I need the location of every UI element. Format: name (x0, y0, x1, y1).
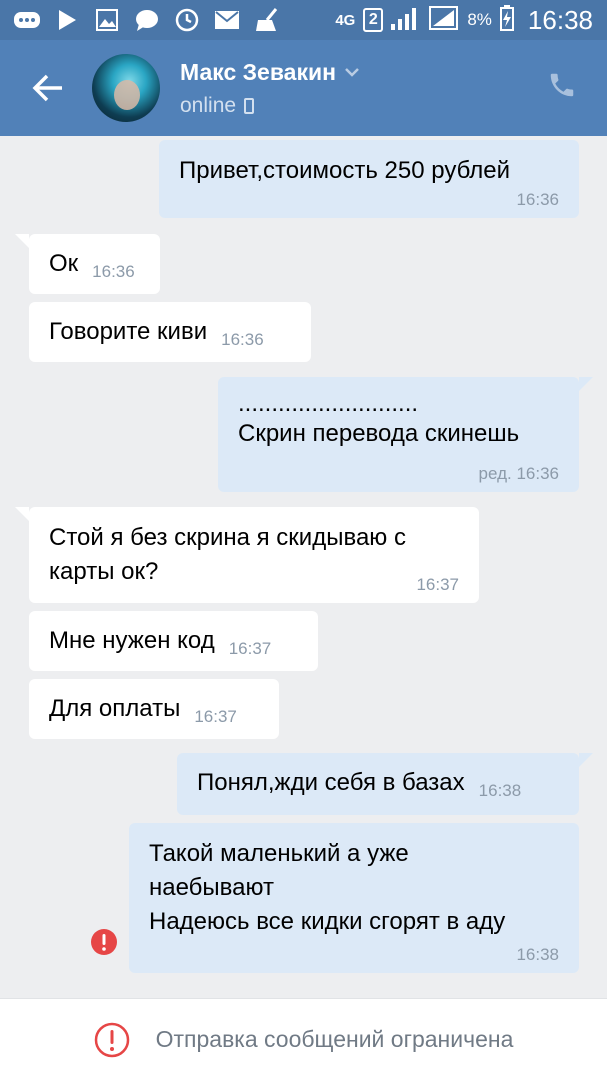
battery-percent: 8% (467, 10, 492, 29)
status-bar: 4G 2 8% 16:38 (0, 0, 607, 40)
signal-icon (391, 6, 421, 35)
clock-time: 16:38 (527, 4, 593, 35)
message-bubble-outgoing[interactable]: Привет,стоимость 250 рублей 16:36 (159, 140, 579, 218)
message-time: 16:37 (416, 575, 459, 594)
play-icon (54, 9, 80, 31)
status-indicators: 4G 2 8% 16:38 (335, 4, 593, 36)
message-text-line2: карты ок? (49, 558, 159, 585)
message-text: Понял,жди себя в базах (197, 769, 465, 796)
chat-icon (134, 9, 160, 31)
message-text-line1: ........................... (238, 390, 419, 417)
message-text-line2: Скрин перевода скинешь (238, 420, 520, 447)
message-text-line1: Стой я без скрина я скидываю с (49, 524, 406, 551)
contact-info[interactable]: Макс Зевакин online (180, 59, 360, 118)
clock-icon (174, 8, 200, 32)
message-time: ред. 16:36 (478, 464, 559, 483)
message-text: Мне нужен код (49, 627, 215, 654)
message-bubble-outgoing[interactable]: ........................... Скрин перево… (218, 377, 593, 492)
message-time: 16:38 (516, 945, 559, 964)
contact-status: online (180, 93, 237, 117)
message-text: Ок (49, 250, 79, 277)
message-bubble-incoming[interactable]: Мне нужен код 16:37 (29, 611, 318, 671)
battery-icon (499, 4, 514, 36)
message-bubble-incoming[interactable]: Стой я без скрина я скидываю с карты ок?… (15, 507, 479, 603)
message-bubble-incoming[interactable]: Ок 16:36 (15, 234, 160, 294)
chat-header: Макс Зевакин online (0, 40, 607, 136)
call-button[interactable] (547, 70, 583, 106)
warning-icon (94, 1022, 130, 1058)
avatar[interactable] (92, 54, 160, 122)
mail-icon (214, 9, 240, 31)
message-bubble-outgoing[interactable]: Понял,жди себя в базах 16:38 (177, 753, 593, 815)
bubble-tail (15, 234, 29, 248)
mobile-icon (244, 97, 255, 114)
message-time: 16:36 (221, 330, 264, 349)
back-button[interactable] (18, 58, 78, 118)
message-time: 16:36 (92, 262, 135, 281)
message-text-line2: наебывают (149, 874, 274, 901)
message-time: 16:36 (516, 190, 559, 209)
sim-badge: 2 (363, 8, 384, 32)
send-error-icon[interactable] (90, 928, 118, 956)
broom-icon (254, 8, 280, 31)
message-text: Для оплаты (49, 695, 181, 722)
contact-name-row: Макс Зевакин (180, 59, 360, 86)
gallery-icon (94, 9, 120, 31)
bubble-tail (579, 753, 593, 767)
restriction-bar: Отправка сообщений ограничена (0, 998, 607, 1080)
arrow-left-icon (32, 74, 62, 102)
signal-icon-2 (429, 5, 459, 35)
notification-icons (14, 8, 280, 32)
bubble-tail (579, 377, 593, 391)
bubble-tail (15, 507, 29, 521)
more-icon (14, 9, 40, 31)
message-text-line3: Надеюсь все кидки сгорят в аду (149, 908, 506, 935)
network-type: 4G (335, 11, 356, 29)
contact-name: Макс Зевакин (180, 58, 336, 85)
message-time: 16:37 (228, 639, 272, 658)
chevron-down-icon (345, 68, 359, 77)
message-time: 16:38 (478, 781, 522, 800)
message-text: Привет,стоимость 250 рублей (179, 157, 511, 184)
message-text: Говорите киви (49, 318, 208, 345)
restriction-text: Отправка сообщений ограничена (155, 1026, 514, 1052)
phone-icon (550, 73, 574, 97)
message-bubble-outgoing[interactable]: Такой маленький а уже наебывают Надеюсь … (129, 823, 579, 973)
message-bubble-incoming[interactable]: Говорите киви 16:36 (29, 302, 311, 362)
message-time: 16:37 (194, 707, 237, 726)
contact-status-row: online (180, 94, 360, 118)
message-bubble-incoming[interactable]: Для оплаты 16:37 (29, 679, 279, 739)
message-text-line1: Такой маленький а уже (149, 840, 409, 867)
